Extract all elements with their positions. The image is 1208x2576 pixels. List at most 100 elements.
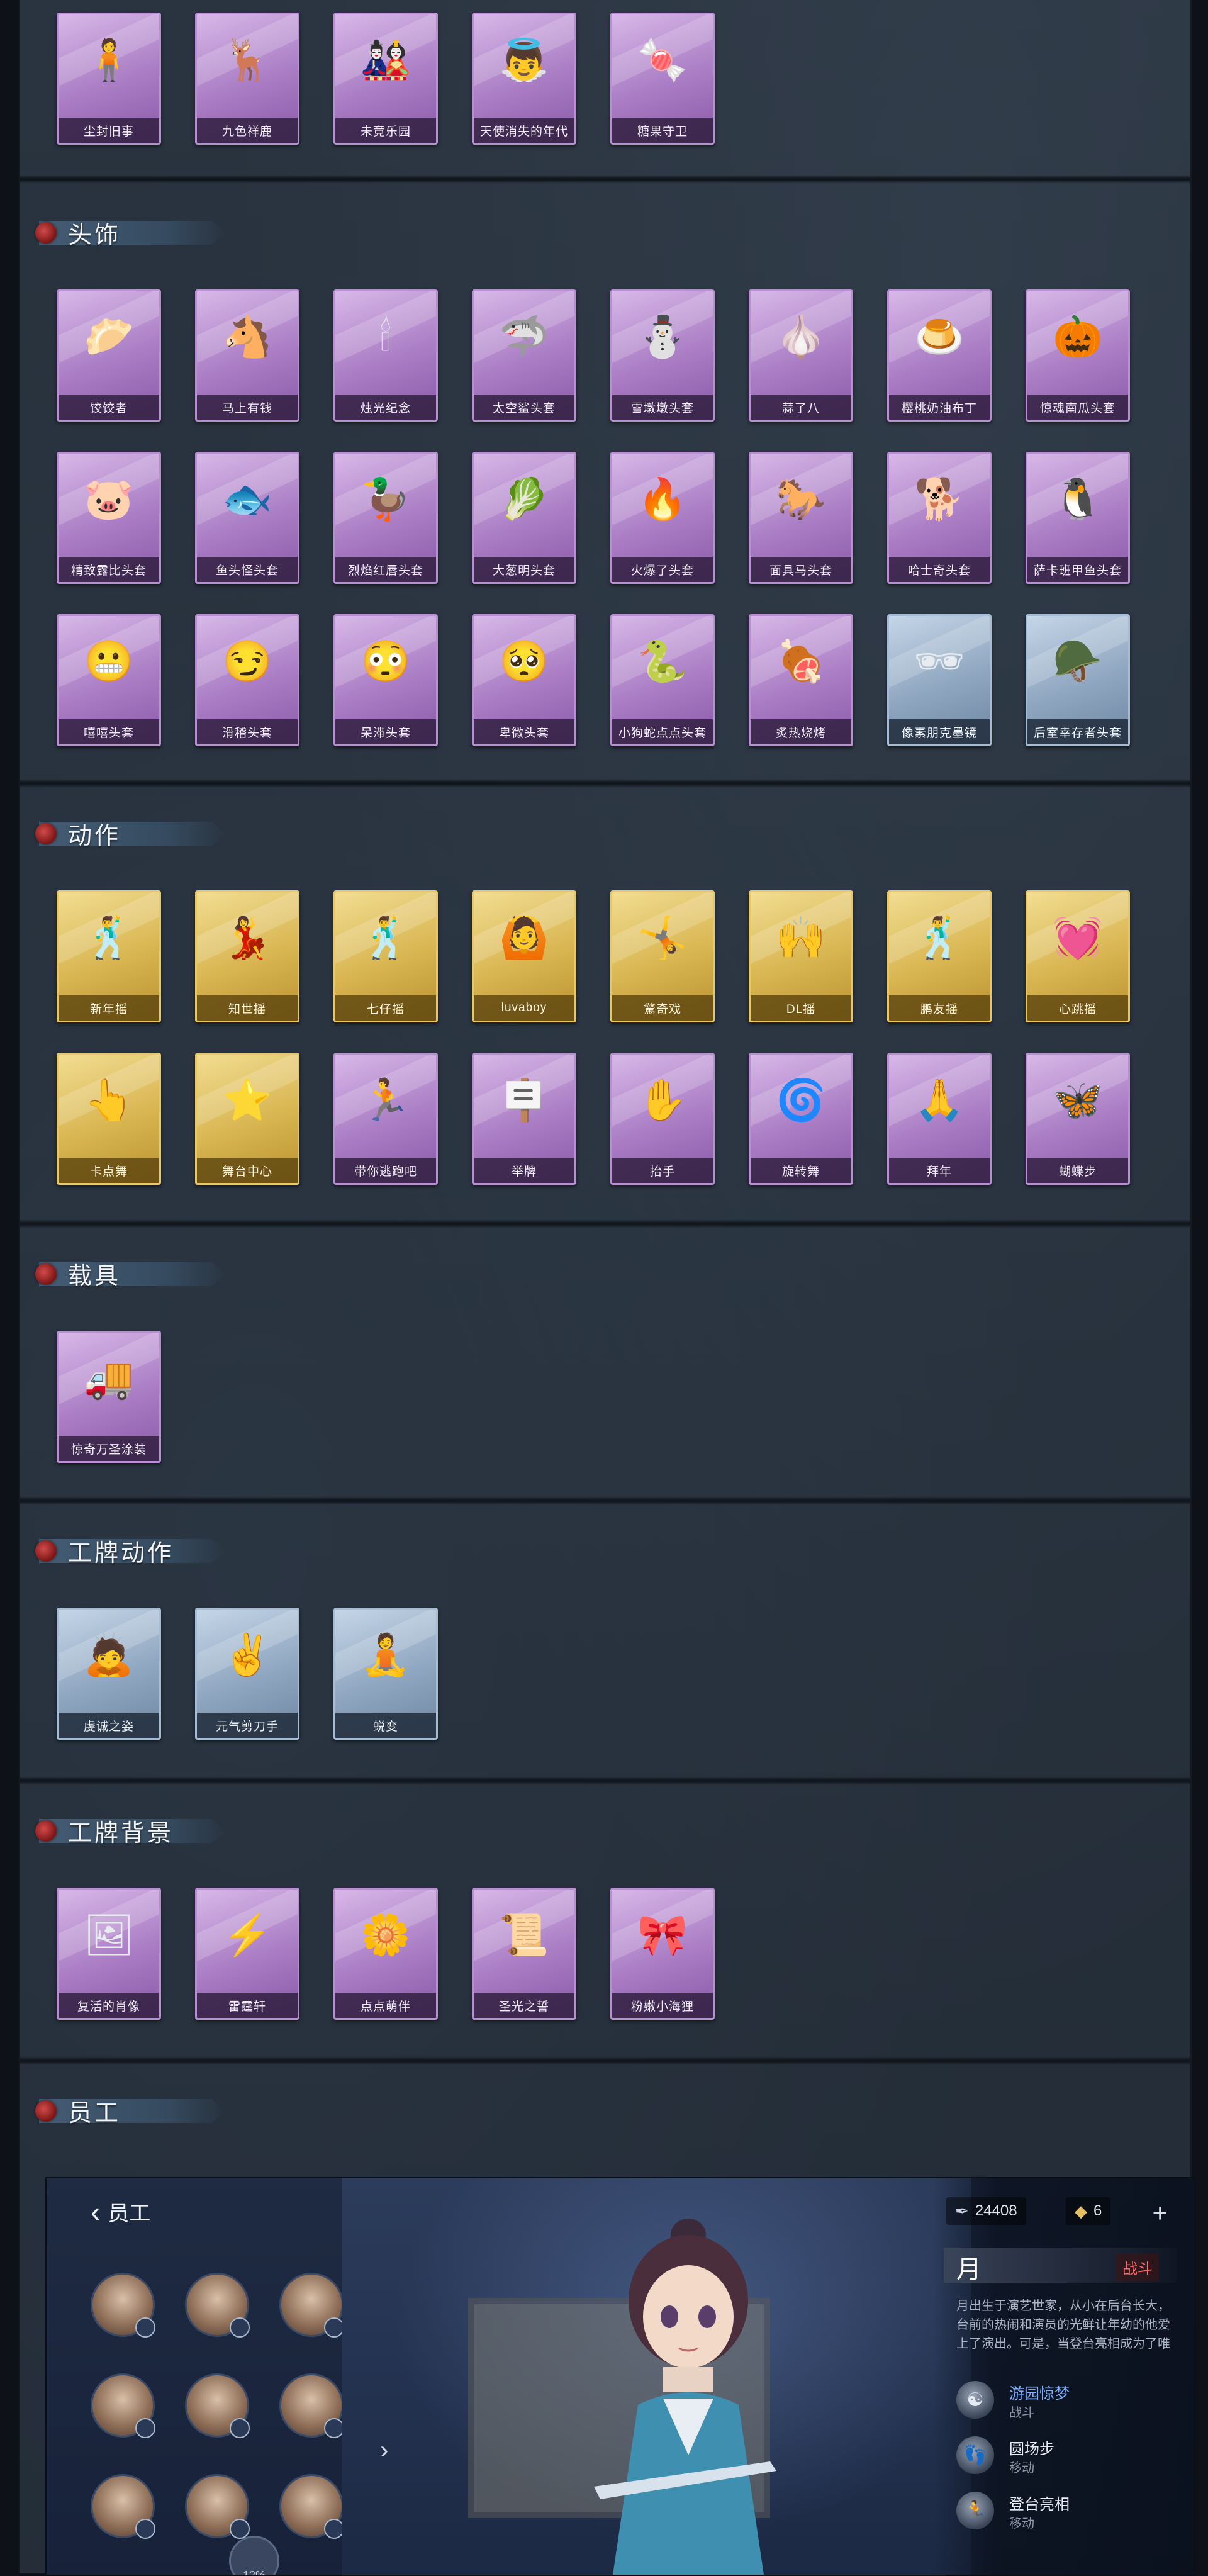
card-frame: 🕯 烛光纪念 [333, 289, 438, 422]
card-frame: 🐍 小狗蛇点点头套 [610, 614, 715, 746]
item-card[interactable]: 🐷 精致露比头套 [57, 452, 161, 584]
card-frame: 🤸 驚奇戏 [610, 890, 715, 1022]
item-card[interactable]: 🎃 惊魂南瓜头套 [1026, 289, 1130, 422]
skill-entry[interactable]: 🏃 登台亮相 移动 [956, 2489, 1183, 2534]
staff-avatar[interactable] [279, 2474, 344, 2539]
item-card[interactable]: 🪧 举牌 [472, 1053, 576, 1185]
item-card[interactable]: 😏 滑稽头套 [195, 614, 299, 746]
item-card[interactable]: ⛄ 雪墩墩头套 [610, 289, 715, 422]
card-frame: 🙇 虔诚之姿 [57, 1608, 161, 1740]
item-card[interactable]: 🕶 像素朋克墨镜 [887, 614, 992, 746]
horse-mask-headwear-icon: 🐎 [776, 476, 826, 522]
item-label: 太空鲨头套 [474, 395, 574, 420]
item-card[interactable]: ⭐ 舞台中心 [195, 1053, 299, 1185]
item-card[interactable]: 🐴 马上有钱 [195, 289, 299, 422]
item-card[interactable]: 🥬 大葱明头套 [472, 452, 576, 584]
staff-avatar[interactable] [279, 2273, 344, 2338]
item-card[interactable]: 🍖 炙热烧烤 [749, 614, 853, 746]
card-frame: 🏃 带你逃跑吧 [333, 1053, 438, 1185]
back-button[interactable]: ‹ 员工 [91, 2196, 150, 2227]
item-card[interactable]: ✌ 元气剪刀手 [195, 1608, 299, 1740]
chevron-right-icon[interactable]: › [380, 2436, 388, 2465]
item-card[interactable]: 🕺 七仔摇 [333, 890, 438, 1022]
item-card[interactable]: 🐕 哈士奇头套 [887, 452, 992, 584]
item-card[interactable]: 🐍 小狗蛇点点头套 [610, 614, 715, 746]
item-card[interactable]: 🙏 拜年 [887, 1053, 992, 1185]
item-card[interactable]: 🖼 复活的肖像 [57, 1888, 161, 2020]
item-label: 心跳摇 [1027, 995, 1128, 1021]
item-card[interactable]: 👆 卡点舞 [57, 1053, 161, 1185]
staff-avatar[interactable] [91, 2373, 155, 2438]
section-header: 动作 [35, 818, 228, 849]
item-card[interactable]: 🧘 蜕变 [333, 1608, 438, 1740]
skill-icon: 🏃 [956, 2492, 994, 2529]
item-label: 烈焰红唇头套 [335, 557, 436, 582]
item-card[interactable]: 🤸 驚奇戏 [610, 890, 715, 1022]
card-frame: ✋ 抬手 [610, 1053, 715, 1185]
card-frame: 🌀 旋转舞 [749, 1053, 853, 1185]
item-card[interactable]: 🍮 樱桃奶油布丁 [887, 289, 992, 422]
currency-display-1[interactable]: ✒ 24408 [946, 2197, 1026, 2225]
skill-entry[interactable]: 👣 圆场步 移动 [956, 2434, 1183, 2479]
card-frame: ✌ 元气剪刀手 [195, 1608, 299, 1740]
section-divider [20, 175, 1190, 184]
gas-mask-headwear-icon: 🪖 [1053, 639, 1103, 684]
item-card[interactable]: 🥟 饺饺者 [57, 289, 161, 422]
add-currency-button[interactable]: + [1152, 2200, 1168, 2226]
item-card[interactable]: 🌼 点点萌伴 [333, 1888, 438, 2020]
item-label: 面具马头套 [751, 557, 851, 582]
item-card[interactable]: 🐧 萨卡班甲鱼头套 [1026, 452, 1130, 584]
item-card[interactable]: 🐎 面具马头套 [749, 452, 853, 584]
item-card[interactable]: 🍬 糖果守卫 [610, 13, 715, 145]
rich-horse-headwear-icon: 🐴 [222, 314, 272, 359]
item-card[interactable]: 🕯 烛光纪念 [333, 289, 438, 422]
skill-type: 移动 [1009, 2461, 1034, 2475]
staff-avatar[interactable] [91, 2273, 155, 2338]
scallion-headwear-icon: 🥬 [499, 476, 549, 522]
item-label: 惊魂南瓜头套 [1027, 395, 1128, 420]
item-card[interactable]: 🔥 火爆了头套 [610, 452, 715, 584]
item-card[interactable]: 🌀 旋转舞 [749, 1053, 853, 1185]
item-card[interactable]: 🥺 卑微头套 [472, 614, 576, 746]
item-card[interactable]: 🦆 烈焰红唇头套 [333, 452, 438, 584]
currency-display-2[interactable]: ◆ 6 [1066, 2197, 1111, 2225]
item-card[interactable]: 🧄 蒜了八 [749, 289, 853, 422]
item-card[interactable]: 🦋 蝴蝶步 [1026, 1053, 1130, 1185]
item-card[interactable]: 😳 呆滞头套 [333, 614, 438, 746]
item-card[interactable]: 🦈 太空鲨头套 [472, 289, 576, 422]
staff-avatar[interactable] [279, 2373, 344, 2438]
item-card[interactable]: 🚚 惊奇万圣涂装 [57, 1331, 161, 1463]
item-label: 知世摇 [197, 995, 298, 1021]
item-card[interactable]: 👼 天使消失的年代 [472, 13, 576, 145]
item-card[interactable]: 🦌 九色祥鹿 [195, 13, 299, 145]
staff-avatar[interactable] [185, 2273, 250, 2338]
pink-beaver-icon: 🎀 [637, 1912, 688, 1957]
item-card[interactable]: 💃 知世摇 [195, 890, 299, 1022]
header-banner [39, 221, 226, 245]
item-card[interactable]: ✋ 抬手 [610, 1053, 715, 1185]
staff-avatar[interactable] [185, 2474, 250, 2539]
staff-avatar[interactable] [185, 2373, 250, 2438]
item-card[interactable]: 🙇 虔诚之姿 [57, 1608, 161, 1740]
item-card[interactable]: 🕺 鹏友摇 [887, 890, 992, 1022]
item-label: 粉嫩小海狸 [612, 1993, 713, 2018]
item-card[interactable]: 🧍 尘封旧事 [57, 13, 161, 145]
item-card[interactable]: 🙌 DL摇 [749, 890, 853, 1022]
item-card[interactable]: 📜 圣光之誓 [472, 1888, 576, 2020]
skill-entry[interactable]: ☯ 游园惊梦 战斗 [956, 2378, 1183, 2424]
item-card[interactable]: 🪖 后室幸存者头套 [1026, 614, 1130, 746]
item-card[interactable]: 🕺 新年摇 [57, 890, 161, 1022]
item-card[interactable]: 🐟 鱼头怪头套 [195, 452, 299, 584]
staff-avatar[interactable] [91, 2474, 155, 2539]
item-card[interactable]: 🙆 luvaboy [472, 890, 576, 1022]
cute-companion-icon: 🌼 [361, 1912, 411, 1957]
item-card[interactable]: 💓 心跳摇 [1026, 890, 1130, 1022]
item-card[interactable]: 🏃 带你逃跑吧 [333, 1053, 438, 1185]
unfinished-paradise-keychain-icon: 🎎 [361, 37, 411, 82]
item-card[interactable]: 🎀 粉嫩小海狸 [610, 1888, 715, 2020]
candy-guard-keychain-icon: 🍬 [637, 37, 688, 82]
item-card[interactable]: 😬 嘻嘻头套 [57, 614, 161, 746]
item-card[interactable]: ⚡ 雷霆轩 [195, 1888, 299, 2020]
item-card[interactable]: 🎎 未竟乐园 [333, 13, 438, 145]
card-frame: 💃 知世摇 [195, 890, 299, 1022]
